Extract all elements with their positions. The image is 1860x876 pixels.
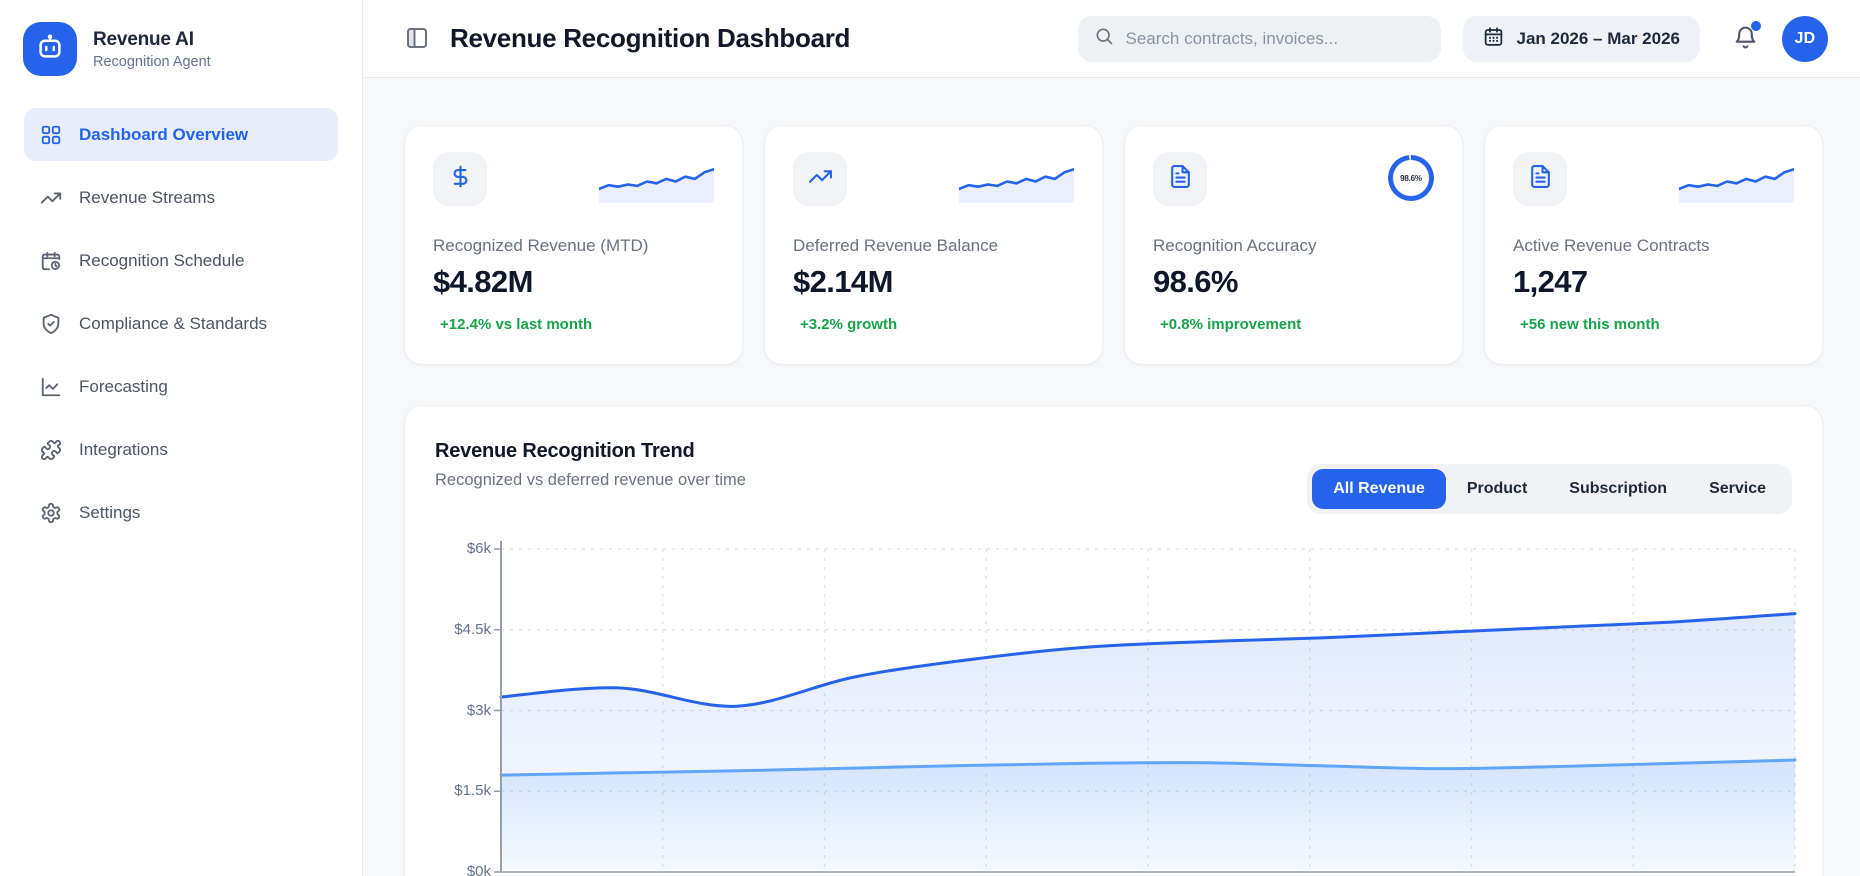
kpi-sparkline [597, 157, 716, 203]
sidebar-item-forecasting[interactable]: Forecasting [24, 360, 338, 413]
revenue-dashboard-page: Revenue AI Recognition Agent Dashboard O… [0, 0, 1860, 876]
kpi-label: Recognized Revenue (MTD) [433, 236, 649, 255]
kpi-value: $4.82M [433, 264, 533, 299]
accuracy-gauge: 98.6% [1388, 155, 1434, 201]
file-text-icon [1528, 164, 1553, 194]
calendar-icon [1483, 26, 1504, 52]
panel-left-icon [405, 27, 429, 53]
brand: Revenue AI Recognition Agent [0, 0, 362, 96]
revenue-trend-card: Revenue Recognition Trend Recognized vs … [404, 405, 1823, 876]
shield-check-icon [40, 313, 62, 335]
tab-service[interactable]: Service [1688, 469, 1787, 509]
date-range-button[interactable]: Jan 2026 – Mar 2026 [1463, 15, 1700, 62]
search-box [1078, 15, 1442, 62]
y-axis-tick-label: $6k [466, 540, 491, 557]
sidebar-toggle-button[interactable] [404, 26, 430, 52]
kpi-card-deferred-revenue-balance: Deferred Revenue Balance $2.14M +3.2% gr… [764, 125, 1103, 365]
kpi-sparkline [1677, 157, 1796, 203]
y-axis-tick-label: $4.5k [454, 620, 491, 638]
tab-product[interactable]: Product [1446, 469, 1548, 509]
kpi-value: $2.14M [793, 264, 893, 299]
user-avatar[interactable]: JD [1782, 15, 1828, 62]
kpi-row: Recognized Revenue (MTD) $4.82M +12.4% v… [404, 125, 1823, 365]
dashboard-icon [40, 124, 62, 146]
sidebar: Revenue AI Recognition Agent Dashboard O… [0, 0, 363, 876]
gear-icon [40, 502, 62, 524]
notifications-button[interactable] [1724, 18, 1766, 60]
page-title: Revenue Recognition Dashboard [450, 23, 851, 53]
file-text-icon [1168, 164, 1193, 194]
dollar-icon [448, 164, 473, 194]
brand-text: Revenue AI Recognition Agent [93, 29, 211, 70]
app-subtitle: Recognition Agent [93, 53, 211, 70]
sidebar-item-revenue-streams[interactable]: Revenue Streams [24, 171, 338, 224]
tab-all-revenue[interactable]: All Revenue [1312, 469, 1446, 509]
kpi-card-recognition-accuracy: 98.6% Recognition Accuracy 98.6% +0.8% i… [1124, 125, 1463, 365]
sidebar-item-settings[interactable]: Settings [24, 486, 338, 539]
kpi-card-active-revenue-contracts: Active Revenue Contracts 1,247 +56 new t… [1484, 125, 1823, 365]
sidebar-nav: Dashboard Overview Revenue Streams Recog… [0, 96, 362, 539]
calendar-clock-icon [40, 250, 62, 272]
trending-up-icon [40, 187, 62, 209]
kpi-label: Active Revenue Contracts [1513, 236, 1710, 255]
y-axis-tick-label: $3k [466, 701, 491, 719]
trend-plot-area [494, 541, 1797, 873]
sidebar-item-dashboard-overview[interactable]: Dashboard Overview [24, 108, 338, 161]
kpi-sparkline [957, 157, 1076, 203]
kpi-value: 98.6% [1153, 264, 1239, 299]
search-icon [1094, 26, 1114, 51]
sidebar-item-recognition-schedule[interactable]: Recognition Schedule [24, 234, 338, 287]
app-logo [23, 22, 77, 76]
search-input[interactable] [1125, 28, 1426, 49]
robot-icon [35, 32, 65, 67]
kpi-value: 1,247 [1513, 264, 1588, 299]
chart-title: Revenue Recognition Trend [435, 440, 695, 462]
main-area: Revenue Recognition Dashboard Jan 2026 –… [363, 0, 1860, 876]
kpi-delta: +0.8% improvement [1160, 316, 1302, 333]
bell-icon [1733, 26, 1758, 53]
sidebar-item-compliance-standards[interactable]: Compliance & Standards [24, 297, 338, 350]
kpi-label: Deferred Revenue Balance [793, 236, 999, 255]
kpi-delta: +12.4% vs last month [440, 316, 593, 333]
chart-line-icon [40, 376, 62, 398]
app-name: Revenue AI [93, 28, 194, 50]
sidebar-item-integrations[interactable]: Integrations [24, 423, 338, 476]
date-range-label: Jan 2026 – Mar 2026 [1516, 28, 1680, 48]
kpi-delta: +3.2% growth [800, 316, 898, 333]
y-axis-tick-label: $0k [466, 863, 491, 876]
y-axis-tick-label: $1.5k [454, 782, 491, 800]
top-header: Revenue Recognition Dashboard Jan 2026 –… [363, 0, 1860, 78]
tab-subscription[interactable]: Subscription [1548, 469, 1688, 509]
kpi-label: Recognition Accuracy [1153, 236, 1317, 255]
kpi-card-recognized-revenue-mtd: Recognized Revenue (MTD) $4.82M +12.4% v… [404, 125, 743, 365]
kpi-delta: +56 new this month [1520, 316, 1660, 333]
trending-up-icon [808, 164, 833, 194]
revenue-filter-tabs: All Revenue Product Subscription Service [1307, 464, 1792, 514]
puzzle-icon [40, 439, 62, 461]
notification-dot [1751, 20, 1761, 31]
content: Recognized Revenue (MTD) $4.82M +12.4% v… [363, 78, 1860, 876]
